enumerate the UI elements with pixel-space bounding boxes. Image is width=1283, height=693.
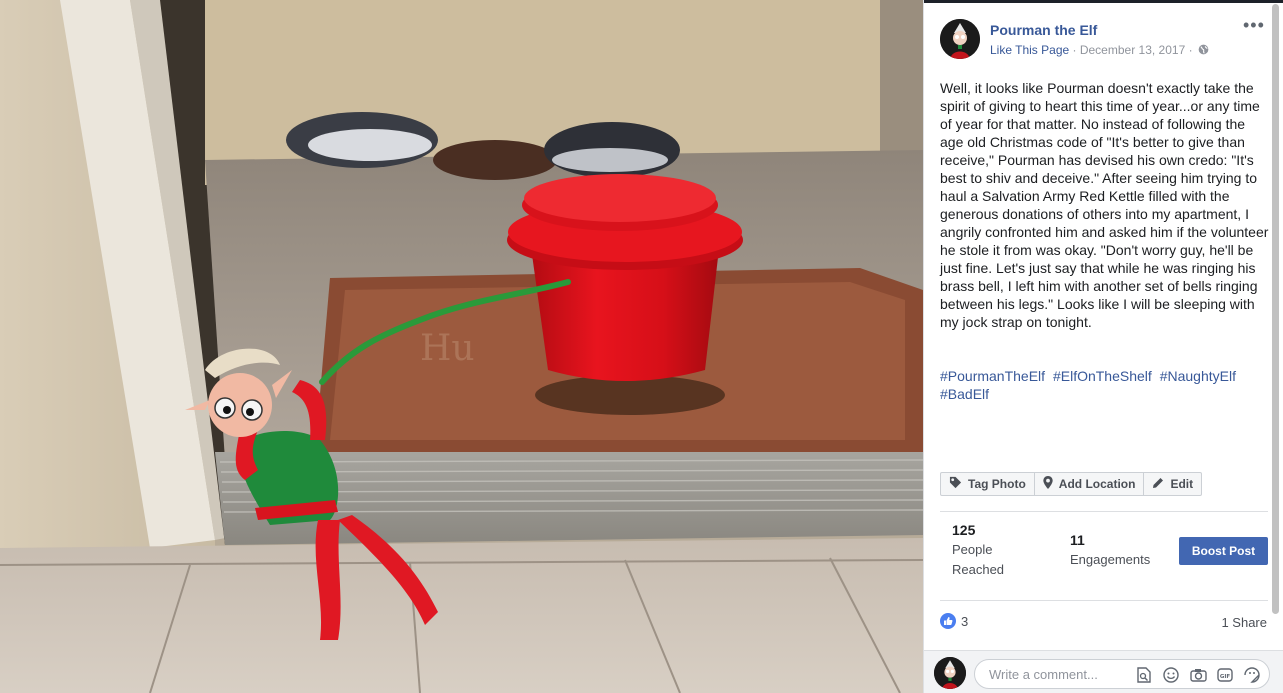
boost-post-button[interactable]: Boost Post bbox=[1179, 537, 1268, 565]
add-location-button[interactable]: Add Location bbox=[1034, 472, 1145, 496]
people-reached-count: 125 bbox=[952, 522, 976, 538]
edit-label: Edit bbox=[1170, 477, 1194, 491]
post-meta: Like This Page · December 13, 2017 · bbox=[990, 43, 1209, 58]
hashtag-list: #PourmanTheElf #ElfOnTheShelf #NaughtyEl… bbox=[940, 367, 1270, 403]
divider bbox=[940, 511, 1268, 512]
hashtag-link[interactable]: #NaughtyElf bbox=[1160, 368, 1236, 384]
reaction-summary[interactable]: 3 bbox=[940, 613, 968, 629]
like-count: 3 bbox=[961, 613, 969, 629]
gif-icon[interactable]: GIF bbox=[1216, 666, 1234, 684]
photo-actions: Tag Photo Add Location Edit bbox=[940, 472, 1203, 496]
pencil-icon bbox=[1152, 477, 1164, 492]
page-name-link[interactable]: Pourman the Elf bbox=[990, 22, 1097, 38]
page-avatar[interactable] bbox=[940, 19, 980, 59]
share-count[interactable]: 1 Share bbox=[1221, 615, 1267, 630]
globe-icon bbox=[1198, 44, 1209, 58]
svg-text:Hu: Hu bbox=[420, 328, 475, 369]
people-reached-label: People Reached bbox=[952, 542, 1005, 577]
post-text: Well, it looks like Pourman doesn't exac… bbox=[940, 80, 1273, 330]
hashtag-link[interactable]: #BadElf bbox=[940, 386, 989, 402]
comment-box[interactable]: GIF bbox=[974, 659, 1270, 689]
comment-input[interactable] bbox=[987, 666, 1131, 683]
post-panel: Pourman the Elf Like This Page · Decembe… bbox=[923, 0, 1283, 693]
camera-icon[interactable] bbox=[1189, 666, 1207, 684]
post-date[interactable]: December 13, 2017 bbox=[1080, 43, 1185, 57]
meta-separator: · bbox=[1069, 43, 1080, 57]
elf-avatar-icon bbox=[940, 19, 980, 59]
elf-avatar-icon bbox=[934, 657, 966, 689]
sticker-search-icon[interactable] bbox=[1135, 666, 1153, 684]
more-options-icon[interactable]: ••• bbox=[1243, 16, 1267, 34]
engagements-count: 11 bbox=[1070, 532, 1085, 548]
divider bbox=[940, 600, 1268, 601]
tag-photo-label: Tag Photo bbox=[968, 477, 1026, 491]
hashtag-link[interactable]: #PourmanTheElf bbox=[940, 368, 1045, 384]
location-pin-icon bbox=[1043, 476, 1053, 492]
edit-button[interactable]: Edit bbox=[1144, 472, 1203, 496]
engagements-label: Engagements bbox=[1070, 552, 1151, 567]
hashtag-link[interactable]: #ElfOnTheShelf bbox=[1053, 368, 1152, 384]
tag-photo-button[interactable]: Tag Photo bbox=[940, 472, 1035, 496]
thumbs-up-icon bbox=[940, 613, 956, 629]
comment-bar: GIF bbox=[924, 650, 1283, 693]
top-border bbox=[924, 0, 1283, 3]
emoji-icon[interactable] bbox=[1162, 666, 1180, 684]
add-location-label: Add Location bbox=[1058, 477, 1136, 491]
scrollbar[interactable] bbox=[1272, 4, 1279, 614]
elf-kettle-photo: Hu bbox=[0, 0, 923, 693]
post-photo[interactable]: Hu bbox=[0, 0, 923, 693]
sticker-icon[interactable] bbox=[1243, 666, 1261, 684]
tag-icon bbox=[949, 476, 962, 492]
like-page-link[interactable]: Like This Page bbox=[990, 43, 1069, 57]
comment-tools: GIF bbox=[1135, 666, 1261, 684]
commenter-avatar bbox=[934, 657, 966, 689]
meta-separator-2: · bbox=[1185, 43, 1196, 57]
svg-text:GIF: GIF bbox=[1220, 674, 1231, 680]
